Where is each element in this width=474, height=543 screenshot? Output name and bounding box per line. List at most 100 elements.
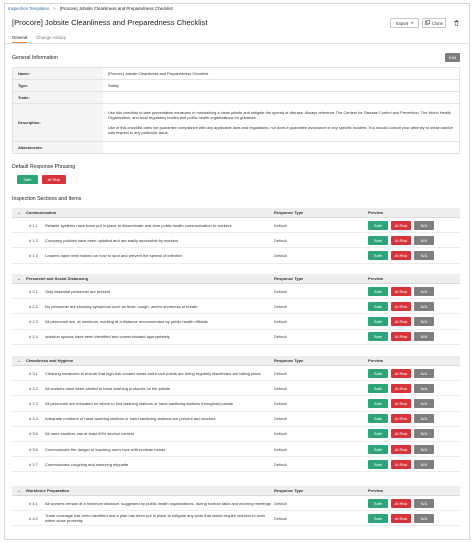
tab-change-history[interactable]: Change History	[36, 35, 66, 43]
preview-at-risk-button[interactable]: At Risk	[391, 429, 411, 439]
breadcrumb-inspection-templates[interactable]: Inspection Templates	[8, 6, 49, 11]
preview-safe-button[interactable]: Safe	[368, 414, 388, 424]
preview-na-button[interactable]: N/A	[414, 332, 434, 342]
item-preview: Safe At Risk N/A	[368, 286, 434, 296]
section-name: Workforce Preparation	[26, 488, 70, 493]
preview-na-button[interactable]: N/A	[414, 498, 434, 508]
preview-safe-button[interactable]: Safe	[368, 398, 388, 408]
item-text: All workers remain at a minimum distance…	[45, 500, 271, 506]
item-text: Communicate the danger of touching one's…	[45, 446, 166, 452]
tab-bar: General Change History	[12, 35, 66, 43]
item-text: All workers have been alerted to hand wa…	[45, 385, 171, 391]
preview-safe-button[interactable]: Safe	[368, 444, 388, 454]
preview-na-button[interactable]: N/A	[414, 513, 434, 523]
info-row-name: Name: [Procore] Jobsite Cleanliness and …	[13, 68, 459, 80]
chevron-down-icon: ▾	[411, 21, 413, 25]
preview-at-risk-button[interactable]: At Risk	[391, 513, 411, 523]
preview-safe-button[interactable]: Safe	[368, 383, 388, 393]
preview-na-button[interactable]: N/A	[414, 250, 434, 260]
preview-at-risk-button[interactable]: At Risk	[391, 368, 411, 378]
item-response-type: Default	[274, 515, 287, 521]
tab-general[interactable]: General	[12, 35, 28, 43]
response-type-header: Response Type	[274, 488, 304, 493]
item-response-type: Default	[274, 334, 287, 340]
edit-button[interactable]: Edit	[445, 53, 460, 62]
section-communication: ⌄ Communication Response Type Preview # …	[12, 208, 460, 264]
section-header: ⌄ Cleanliness and Hygiene Response Type …	[12, 356, 460, 366]
tab-divider	[5, 43, 469, 44]
section-name: Cleanliness and Hygiene	[26, 358, 74, 363]
item-number: # 1.2	[29, 237, 38, 243]
preview-safe-button[interactable]: Safe	[368, 513, 388, 523]
table-row: # 1.3 Leaders have been trained on how t…	[12, 248, 460, 264]
preview-na-button[interactable]: N/A	[414, 301, 434, 311]
preview-safe-button[interactable]: Safe	[368, 220, 388, 230]
preview-at-risk-button[interactable]: At Risk	[391, 498, 411, 508]
trash-icon	[454, 19, 459, 27]
section-name: Personnel and Social Distancing	[26, 276, 89, 281]
preview-at-risk-button[interactable]: At Risk	[391, 286, 411, 296]
preview-safe-button[interactable]: Safe	[368, 459, 388, 469]
preview-safe-button[interactable]: Safe	[368, 301, 388, 311]
attachments-value	[103, 142, 459, 153]
preview-na-button[interactable]: N/A	[414, 220, 434, 230]
preview-at-risk-button[interactable]: At Risk	[391, 316, 411, 326]
preview-at-risk-button[interactable]: At Risk	[391, 414, 411, 424]
item-text: Trade coverage has been identified and a…	[45, 513, 266, 524]
item-preview: Safe At Risk N/A	[368, 316, 434, 326]
preview-at-risk-button[interactable]: At Risk	[391, 235, 411, 245]
chevron-down-icon[interactable]: ⌄	[12, 276, 26, 282]
breadcrumb-separator: >	[53, 5, 56, 11]
preview-na-button[interactable]: N/A	[414, 316, 434, 326]
preview-na-button[interactable]: N/A	[414, 398, 434, 408]
preview-at-risk-button[interactable]: At Risk	[391, 383, 411, 393]
preview-na-button[interactable]: N/A	[414, 414, 434, 424]
item-number: # 3.4	[29, 416, 38, 422]
item-text: Company policies have been updated and a…	[45, 237, 179, 243]
chevron-down-icon[interactable]: ⌄	[12, 358, 26, 364]
preview-at-risk-button[interactable]: At Risk	[391, 332, 411, 342]
item-preview: Safe At Risk N/A	[368, 332, 434, 342]
preview-safe-button[interactable]: Safe	[368, 498, 388, 508]
preview-at-risk-button[interactable]: At Risk	[391, 301, 411, 311]
preview-at-risk-button[interactable]: At Risk	[391, 444, 411, 454]
preview-na-button[interactable]: N/A	[414, 368, 434, 378]
preview-at-risk-button[interactable]: At Risk	[391, 459, 411, 469]
preview-at-risk-button[interactable]: At Risk	[391, 220, 411, 230]
preview-na-button[interactable]: N/A	[414, 286, 434, 296]
preview-safe-button[interactable]: Safe	[368, 235, 388, 245]
preview-safe-button[interactable]: Safe	[368, 286, 388, 296]
info-row-type: Type: Safety	[13, 80, 459, 92]
table-row: # 2.3 All personnel are, at minimum, wor…	[12, 314, 460, 330]
preview-safe-button[interactable]: Safe	[368, 429, 388, 439]
preview-na-button[interactable]: N/A	[414, 459, 434, 469]
preview-at-risk-button[interactable]: At Risk	[391, 398, 411, 408]
table-row: # 3.5 All hand sanitizer has at least 60…	[12, 427, 460, 442]
preview-na-button[interactable]: N/A	[414, 429, 434, 439]
preview-na-button[interactable]: N/A	[414, 383, 434, 393]
preview-safe-button[interactable]: Safe	[368, 368, 388, 378]
item-preview: Safe At Risk N/A	[368, 301, 434, 311]
chevron-down-icon[interactable]: ⌄	[12, 210, 26, 216]
item-number: # 3.1	[29, 370, 38, 376]
item-preview: Safe At Risk N/A	[368, 513, 434, 523]
item-response-type: Default	[274, 222, 287, 228]
clone-button[interactable]: Clone	[422, 18, 446, 28]
item-response-type: Default	[274, 416, 287, 422]
preview-safe-button[interactable]: Safe	[368, 316, 388, 326]
preview-na-button[interactable]: N/A	[414, 444, 434, 454]
table-row: # 2.2 No personnel are showing symptoms …	[12, 299, 460, 315]
item-response-type: Default	[274, 303, 287, 309]
export-button[interactable]: Export ▾	[390, 18, 419, 28]
preview-safe-button[interactable]: Safe	[368, 250, 388, 260]
item-text: Communicate coughing and sneezing etique…	[45, 461, 129, 467]
delete-button[interactable]	[451, 18, 461, 28]
inspection-sections-heading: Inspection Sections and Items	[12, 196, 82, 202]
chevron-down-icon[interactable]: ⌄	[12, 488, 26, 494]
item-preview: Safe At Risk N/A	[368, 414, 434, 424]
item-number: # 1.1	[29, 222, 38, 228]
preview-at-risk-button[interactable]: At Risk	[391, 250, 411, 260]
item-response-type: Default	[274, 370, 287, 376]
preview-safe-button[interactable]: Safe	[368, 332, 388, 342]
preview-na-button[interactable]: N/A	[414, 235, 434, 245]
